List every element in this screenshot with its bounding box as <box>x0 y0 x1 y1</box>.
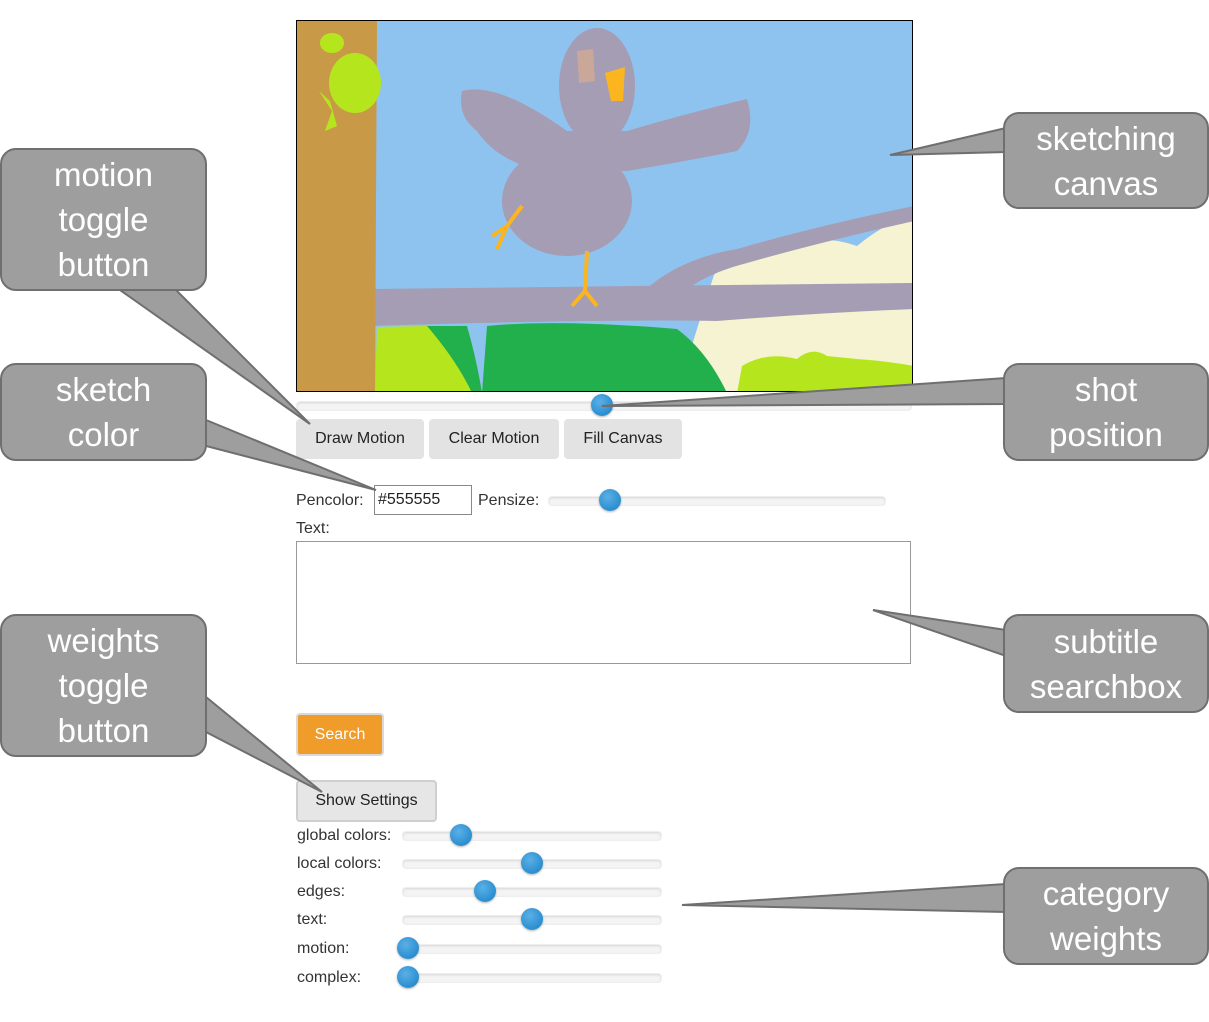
callout-weights-toggle-button: weights toggle button <box>0 614 207 757</box>
callout-text: motion <box>53 156 154 193</box>
callout-shot-position: shot position <box>1003 363 1209 461</box>
callout-text: toggle <box>58 667 149 704</box>
callout-sketch-color: sketch color <box>0 363 207 461</box>
callout-text: shot <box>1074 371 1138 408</box>
callout-text: position <box>1049 416 1163 453</box>
callout-text: sketching <box>1036 119 1176 157</box>
callout-category-weights: category weights <box>1003 867 1209 965</box>
callout-text: subtitle <box>1053 622 1159 660</box>
callout-text: color <box>67 416 140 453</box>
callout-text: searchbox <box>1029 667 1183 705</box>
callout-text: button <box>57 246 150 283</box>
callout-text: toggle <box>58 201 149 238</box>
callout-text: button <box>57 712 150 749</box>
callout-subtitle-searchbox: subtitle searchbox <box>1003 614 1209 713</box>
callout-text: weights <box>1050 920 1162 957</box>
callout-text: sketch <box>55 371 152 408</box>
callout-text: canvas <box>1053 164 1159 202</box>
callout-text: category <box>1042 875 1170 912</box>
callout-sketching-canvas: sketching canvas <box>1003 112 1209 209</box>
callout-text: weights <box>47 622 160 659</box>
callout-motion-toggle-button: motion toggle button <box>0 148 207 291</box>
